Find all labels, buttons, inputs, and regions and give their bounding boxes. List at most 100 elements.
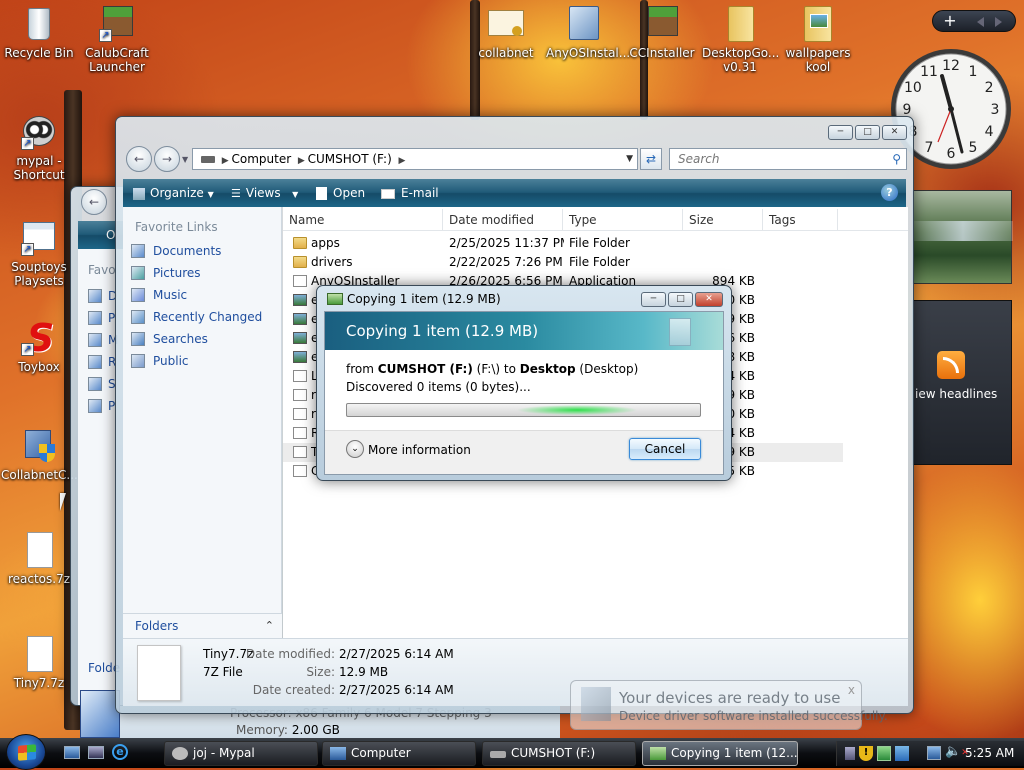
- internet-explorer-icon[interactable]: e: [112, 744, 128, 760]
- email-icon: [381, 188, 395, 199]
- chevron-up-icon[interactable]: ⌃: [265, 614, 274, 638]
- back-button-icon[interactable]: ←: [81, 189, 107, 215]
- security-shield-icon[interactable]: !: [859, 746, 873, 761]
- column-header-date-modified[interactable]: Date modified: [443, 209, 563, 231]
- desktop-icon-mypal-shortcut[interactable]: ↗ mypal - Shortcut: [1, 112, 77, 182]
- desktop-icon-desktopgo[interactable]: DesktopGo... v0.31: [702, 4, 779, 74]
- taskbar-task-computer[interactable]: Computer: [322, 741, 476, 766]
- favorite-folder-icon: [88, 289, 102, 303]
- column-header-type[interactable]: Type: [563, 209, 683, 231]
- favorite-folder-icon: [88, 399, 102, 413]
- cancel-button[interactable]: Cancel: [629, 438, 701, 460]
- column-header-tags[interactable]: Tags: [763, 209, 838, 231]
- column-header-size[interactable]: Size: [683, 209, 763, 231]
- clock-number: 11: [920, 64, 938, 80]
- background-favorite-item[interactable]: S: [88, 373, 118, 395]
- dialog-close-button[interactable]: ✕: [695, 292, 723, 307]
- start-button[interactable]: [6, 734, 46, 770]
- favorite-folder-icon: [88, 355, 102, 369]
- next-gadgets-icon[interactable]: [995, 17, 1002, 27]
- more-information-toggle[interactable]: More information: [368, 443, 471, 457]
- file-icon: [19, 530, 59, 570]
- background-favorite-item[interactable]: D: [88, 285, 118, 307]
- close-button[interactable]: ✕: [882, 125, 907, 140]
- switch-windows-icon[interactable]: [88, 746, 104, 759]
- file-icon: [293, 275, 307, 287]
- desktop-icon-collabnetc[interactable]: CollabnetC...: [1, 426, 78, 482]
- device-tray-icon[interactable]: [845, 747, 855, 760]
- desktop-icon-collabnet[interactable]: collabnet: [468, 4, 544, 60]
- background-favorite-item[interactable]: P: [88, 307, 118, 329]
- desktop-icon-calubcraft-launcher[interactable]: ↗ CalubCraft Launcher: [79, 4, 155, 74]
- slideshow-gadget[interactable]: [912, 190, 1013, 284]
- address-bar[interactable]: ▶ Computer ▶ CUMSHOT (F:) ▶ ▼: [192, 148, 638, 170]
- desktop-icon-reactos[interactable]: reactos.7z: [1, 530, 77, 586]
- previous-gadgets-icon[interactable]: [977, 17, 984, 27]
- open-button[interactable]: Open: [316, 186, 365, 200]
- column-header-name[interactable]: Name: [283, 209, 443, 231]
- maximize-button[interactable]: □: [855, 125, 880, 140]
- add-gadget-button[interactable]: +: [939, 12, 961, 30]
- folders-toggle[interactable]: Folders ⌃: [123, 613, 282, 638]
- image-file-icon: [293, 294, 307, 306]
- background-favorite-item[interactable]: R: [88, 351, 118, 373]
- favorite-link-searches[interactable]: Searches: [123, 328, 282, 350]
- progress-marquee: [517, 404, 637, 416]
- clock-number: 10: [904, 80, 922, 96]
- desktop-icon-toybox[interactable]: S ↗ Toybox: [1, 318, 77, 374]
- notification-close-button[interactable]: x: [848, 683, 855, 697]
- favorite-link-documents[interactable]: Documents: [123, 240, 282, 262]
- background-favorite-item[interactable]: P: [88, 395, 118, 417]
- minimize-button[interactable]: ─: [828, 125, 853, 140]
- search-icon[interactable]: ⚲: [892, 149, 901, 169]
- network-icon[interactable]: [895, 746, 909, 761]
- background-favorite-item[interactable]: M: [88, 329, 118, 351]
- desktop-icon-souptoys[interactable]: ↗ Souptoys Playsets: [1, 218, 77, 288]
- forward-button[interactable]: →: [154, 146, 180, 172]
- image-file-icon: [293, 351, 307, 363]
- feed-headlines-gadget[interactable]: iew headlines: [912, 300, 1012, 465]
- taskbar-task-cumshot[interactable]: CUMSHOT (F:): [482, 741, 636, 766]
- desktop-icon-tiny7[interactable]: Tiny7.7z: [1, 634, 77, 690]
- computer-icon: [80, 690, 120, 738]
- view-headlines-link[interactable]: iew headlines: [915, 387, 997, 401]
- address-dropdown-icon[interactable]: ▼: [626, 149, 633, 169]
- recycle-bin-icon: [19, 4, 59, 44]
- refresh-button[interactable]: ⇄: [640, 148, 662, 170]
- copy-progress-dialog[interactable]: Copying 1 item (12.9 MB) ─ □ ✕ Copying 1 i…: [316, 285, 732, 481]
- dialog-maximize-button[interactable]: □: [668, 292, 693, 307]
- installer-icon: [564, 4, 604, 44]
- file-row[interactable]: drivers 2/22/2025 7:26 PM File Folder: [283, 253, 843, 272]
- details-size: 12.9 MB: [339, 665, 389, 679]
- desktop-icon-wallpapers[interactable]: wallpapers kool: [780, 4, 856, 74]
- favorite-link-pictures[interactable]: Pictures: [123, 262, 282, 284]
- favorite-link-music[interactable]: Music: [123, 284, 282, 306]
- taskbar-task-mypal[interactable]: joj - Mypal: [164, 741, 318, 766]
- window-caption-buttons: ─ □ ✕: [826, 125, 907, 140]
- safely-remove-icon[interactable]: [877, 746, 891, 761]
- favorite-link-public[interactable]: Public: [123, 350, 282, 372]
- favorite-link-recently-changed[interactable]: Recently Changed: [123, 306, 282, 328]
- clock-number: 12: [942, 58, 960, 74]
- email-button[interactable]: E-mail: [381, 186, 439, 200]
- organize-button[interactable]: Organize ▼: [133, 186, 214, 200]
- help-icon[interactable]: ?: [881, 184, 898, 201]
- recent-pages-dropdown-icon[interactable]: ▼: [182, 155, 188, 164]
- dialog-minimize-button[interactable]: ─: [641, 292, 666, 307]
- taskbar-task-copying[interactable]: Copying 1 item (12...: [642, 741, 798, 766]
- show-desktop-icon[interactable]: [64, 746, 80, 759]
- breadcrumb-drive[interactable]: CUMSHOT (F:): [308, 152, 392, 166]
- clock-time[interactable]: 5:25 AM: [965, 746, 1014, 760]
- views-button[interactable]: ☰ Views ▼: [231, 186, 298, 200]
- windows-logo-icon: [18, 744, 36, 761]
- back-button[interactable]: ←: [126, 146, 152, 172]
- desktop-icon-recycle-bin[interactable]: Recycle Bin: [1, 4, 77, 60]
- breadcrumb-computer[interactable]: Computer: [231, 152, 291, 166]
- expand-chevron-icon[interactable]: ⌄: [346, 440, 364, 458]
- desktop-icon-anyosinstaller[interactable]: AnyOSInstal...: [546, 4, 630, 60]
- desktop-icon-ccinstaller[interactable]: CCInstaller: [624, 4, 700, 60]
- network-status-icon[interactable]: [927, 746, 941, 760]
- search-input[interactable]: Search ⚲: [669, 148, 907, 170]
- file-row[interactable]: apps 2/25/2025 11:37 PM File Folder: [283, 234, 843, 253]
- device-notification-balloon[interactable]: Your devices are ready to use Device dri…: [570, 680, 888, 730]
